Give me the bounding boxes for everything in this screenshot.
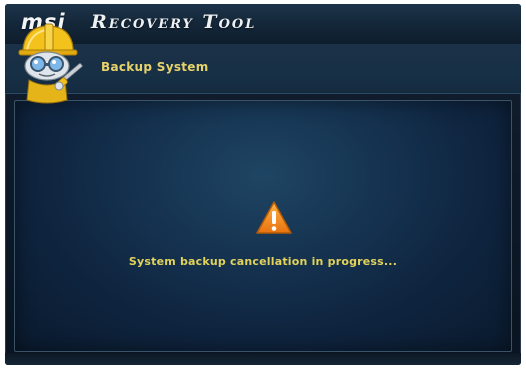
app-title: Recovery Tool <box>91 11 257 33</box>
section-title: Backup System <box>101 60 209 74</box>
recovery-tool-window: msi Recovery Tool Backup System System b… <box>5 4 521 365</box>
warning-icon <box>256 201 292 234</box>
status-message: System backup cancellation in progress..… <box>128 255 398 268</box>
content-panel: System backup cancellation in progress..… <box>14 100 512 352</box>
robot-engineer-icon <box>18 23 83 104</box>
footer-bar <box>5 353 521 365</box>
